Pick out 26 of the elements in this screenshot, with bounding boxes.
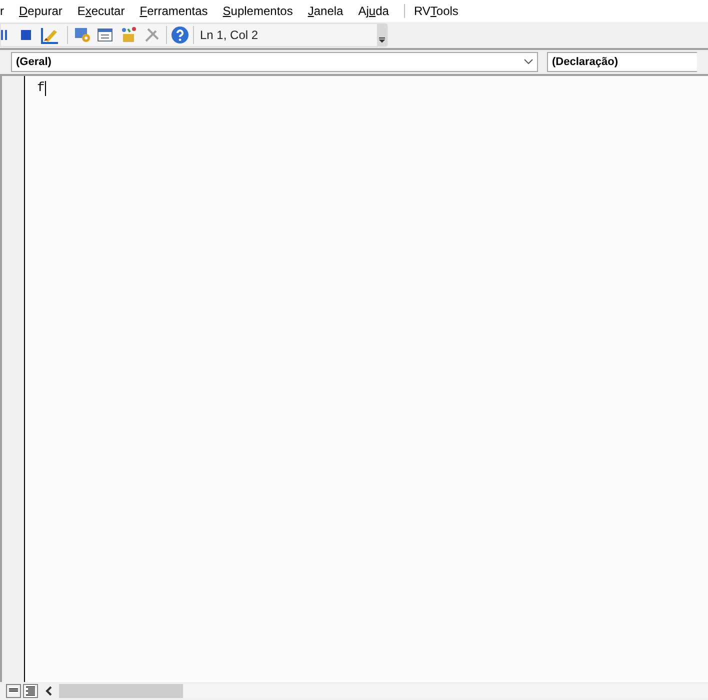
menu-item[interactable]: Executar [77, 2, 125, 20]
properties-icon[interactable] [97, 26, 115, 44]
menu-item[interactable]: Depurar [19, 2, 62, 20]
full-module-view-icon[interactable] [23, 684, 38, 698]
menu-item[interactable]: r [0, 2, 4, 20]
menu-item[interactable]: RVTools [414, 2, 458, 20]
scroll-left-icon[interactable] [45, 686, 53, 696]
ruler-pencil-icon[interactable] [41, 26, 59, 44]
menu-item[interactable]: Ferramentas [140, 2, 208, 20]
object-dropdown[interactable]: (Geral) [11, 52, 538, 72]
procedure-dropdown[interactable]: (Declaração) [547, 52, 697, 72]
cursor-position: Ln 1, Col 2 [200, 27, 258, 44]
text-caret [44, 80, 46, 96]
pause-icon[interactable] [1, 30, 7, 40]
chevron-down-icon [524, 59, 533, 65]
code-line: f [37, 79, 45, 98]
menu-item[interactable]: Ajuda [358, 2, 389, 20]
menu-item[interactable]: Janela [308, 2, 344, 20]
object-name: (Geral) [16, 54, 52, 70]
procedure-view-icon[interactable] [6, 684, 21, 698]
toolbar-options-icon[interactable] [377, 24, 387, 46]
menu-item[interactable]: Suplementos [222, 2, 293, 20]
help-icon[interactable] [171, 26, 189, 44]
procedure-name: (Declaração) [552, 54, 618, 70]
toolbox-icon[interactable] [120, 26, 138, 44]
scrollbar-thumb[interactable] [59, 684, 183, 698]
